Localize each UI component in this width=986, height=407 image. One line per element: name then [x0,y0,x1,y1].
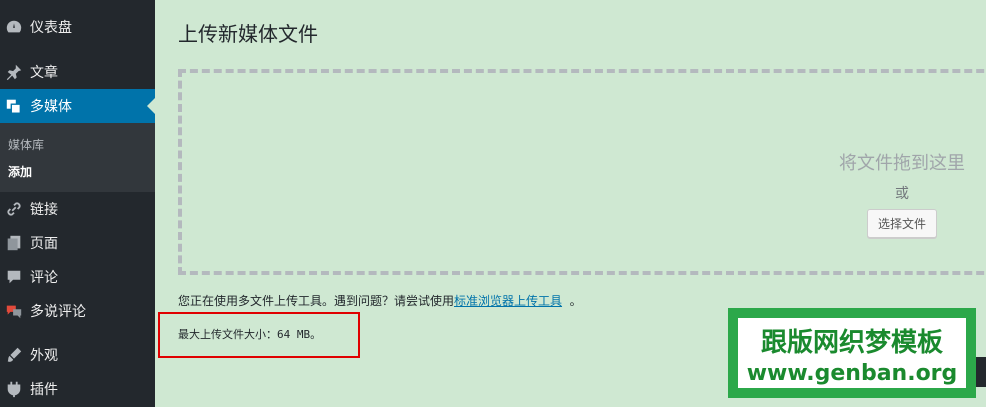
sidebar-item-label: 仪表盘 [30,20,72,36]
duoshuo-icon [4,301,24,321]
sidebar-item-dashboard[interactable]: 仪表盘 [0,10,155,44]
page-title: 上传新媒体文件 [178,22,318,46]
watermark-logo: 跟版网织梦模板 www.genban.org [728,308,976,398]
sidebar-item-label: 外观 [30,348,58,364]
or-text: 或 [895,186,909,202]
sidebar-item-links[interactable]: 链接 [0,192,155,226]
media-submenu: 媒体库 添加 [0,123,155,192]
admin-sidebar: 仪表盘 文章 多媒体 媒体库 添加 链接 页面 评论 多说评论 外观 插件 [0,0,155,407]
sidebar-item-comments[interactable]: 评论 [0,260,155,294]
sidebar-item-label: 评论 [30,270,58,286]
file-drop-zone[interactable]: 将文件拖到这里 或 选择文件 [178,69,986,275]
dashboard-icon [4,17,24,37]
sidebar-item-label: 插件 [30,382,58,398]
uploader-info: 您正在使用多文件上传工具。遇到问题？请尝试使用标准浏览器上传工具 。 [178,292,582,309]
sidebar-item-posts[interactable]: 文章 [0,55,155,89]
watermark-inner: 跟版网织梦模板 www.genban.org [736,316,968,390]
sidebar-item-appearance[interactable]: 外观 [0,338,155,372]
sidebar-item-duoshuo[interactable]: 多说评论 [0,294,155,328]
sidebar-item-plugins[interactable]: 插件 [0,372,155,406]
select-files-button[interactable]: 选择文件 [866,209,937,238]
drop-text: 将文件拖到这里 [839,153,965,174]
media-icon [4,96,24,116]
browser-uploader-link[interactable]: 标准浏览器上传工具 [454,294,562,308]
sidebar-item-label: 多说评论 [30,304,86,320]
page-icon [4,233,24,253]
watermark-line1: 跟版网织梦模板 [760,328,943,358]
sidebar-item-label: 多媒体 [30,99,72,115]
drop-instructions: 将文件拖到这里 或 选择文件 [802,149,986,238]
sidebar-item-label: 链接 [30,202,58,218]
pin-icon [4,62,24,82]
sidebar-item-pages[interactable]: 页面 [0,226,155,260]
sidebar-item-media[interactable]: 多媒体 [0,89,155,123]
link-icon [4,199,24,219]
max-upload-size: 最大上传文件大小：64 MB。 [178,328,322,341]
comment-icon [4,267,24,287]
appearance-icon [4,345,24,365]
submenu-item-library[interactable]: 媒体库 [8,136,44,153]
sidebar-item-label: 文章 [30,65,58,81]
uploader-info-suffix: 。 [569,294,582,308]
submenu-item-add-new[interactable]: 添加 [8,163,32,180]
watermark-line2: www.genban.org [746,361,958,386]
uploader-info-text: 您正在使用多文件上传工具。遇到问题？请尝试使用 [178,294,455,308]
sidebar-item-label: 页面 [30,236,58,252]
plugin-icon [4,379,24,399]
